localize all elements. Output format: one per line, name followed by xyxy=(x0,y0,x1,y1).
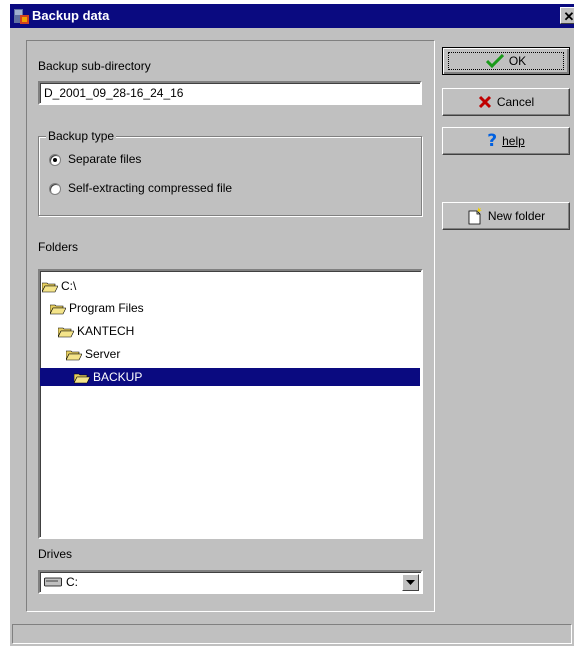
tree-item-c-root[interactable]: C:\ xyxy=(42,277,76,295)
open-folder-icon xyxy=(50,304,66,315)
subdir-value: D_2001_09_28-16_24_16 xyxy=(44,86,184,100)
cancel-label: Cancel xyxy=(496,95,535,109)
checkmark-icon xyxy=(485,54,504,68)
drive-icon xyxy=(44,577,62,587)
ok-label: OK xyxy=(508,54,527,68)
help-button[interactable]: ? help xyxy=(442,127,570,155)
radio-self-extracting[interactable] xyxy=(49,183,61,195)
open-folder-icon xyxy=(66,350,82,361)
drives-value: C: xyxy=(66,575,78,589)
title-bar[interactable]: Backup data ✕ xyxy=(10,4,574,28)
backup-type-group xyxy=(38,136,422,216)
backup-data-dialog: Backup data ✕ Backup sub-directory D_200… xyxy=(10,4,574,646)
tree-item-label: C:\ xyxy=(61,279,77,293)
app-icon xyxy=(14,9,29,24)
open-folder-icon xyxy=(74,373,90,384)
open-folder-icon xyxy=(42,282,58,293)
tree-item-backup[interactable]: BACKUP xyxy=(40,368,420,386)
radio-separate-files-label[interactable]: Separate files xyxy=(68,152,141,166)
cancel-button[interactable]: Cancel xyxy=(442,88,570,116)
backup-type-label: Backup type xyxy=(46,129,117,143)
chevron-down-icon xyxy=(406,580,415,585)
tree-item-kantech[interactable]: KANTECH xyxy=(58,322,134,340)
radio-selected-dot xyxy=(53,158,57,162)
close-icon: ✕ xyxy=(563,9,574,24)
help-label: help xyxy=(502,134,525,148)
close-button[interactable]: ✕ xyxy=(560,7,574,24)
folders-tree[interactable]: C:\ Program Files KANTECH Server BACKUP xyxy=(38,269,423,539)
x-icon xyxy=(478,95,491,109)
radio-self-extracting-label[interactable]: Self-extracting compressed file xyxy=(68,181,232,195)
question-icon: ? xyxy=(487,131,498,151)
radio-separate-files[interactable] xyxy=(49,154,61,166)
open-folder-icon xyxy=(58,327,74,338)
tree-item-label: KANTECH xyxy=(77,324,135,338)
tree-item-program-files[interactable]: Program Files xyxy=(50,299,144,317)
subdir-label: Backup sub-directory xyxy=(38,59,151,73)
tree-item-label: Server xyxy=(85,347,121,361)
tree-item-server[interactable]: Server xyxy=(66,345,120,363)
subdir-input[interactable]: D_2001_09_28-16_24_16 xyxy=(38,81,422,105)
drives-dropdown-button[interactable] xyxy=(402,574,419,591)
drives-select[interactable]: C: xyxy=(38,570,423,594)
drives-label: Drives xyxy=(38,547,73,561)
ok-button[interactable]: OK xyxy=(442,47,570,75)
window-title: Backup data xyxy=(32,8,110,23)
new-folder-button[interactable]: New folder xyxy=(442,202,570,230)
new-folder-icon xyxy=(468,207,482,225)
folders-label: Folders xyxy=(38,240,79,254)
status-bar xyxy=(12,624,572,644)
new-folder-label: New folder xyxy=(487,209,546,223)
tree-item-label: BACKUP xyxy=(93,370,143,384)
tree-item-label: Program Files xyxy=(69,301,144,315)
